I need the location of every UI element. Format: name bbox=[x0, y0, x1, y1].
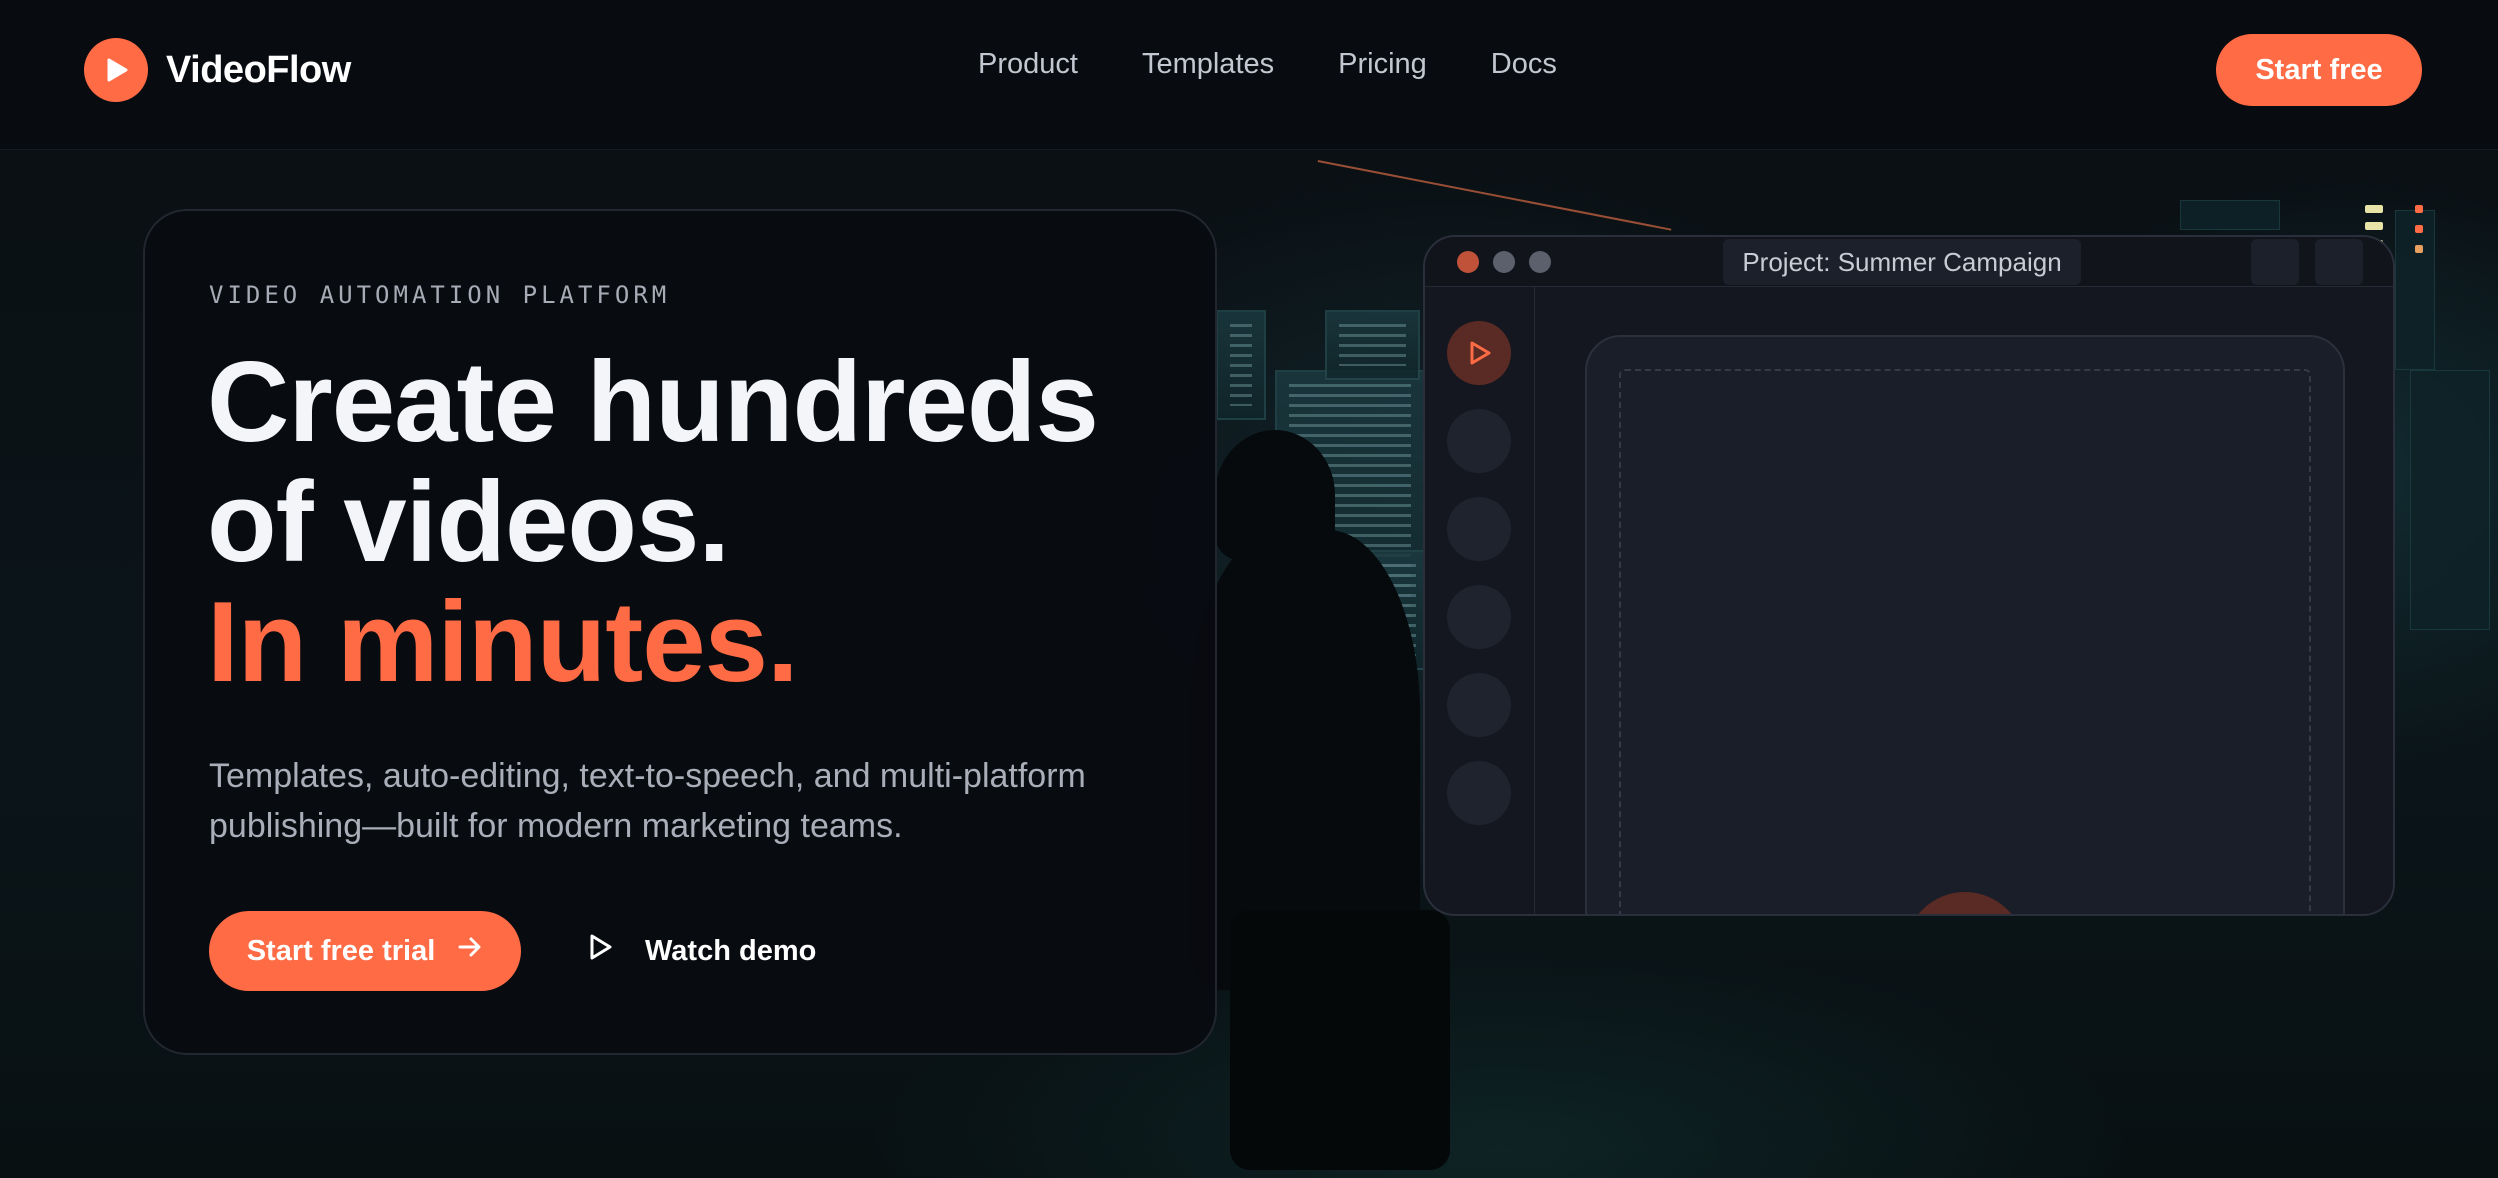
hero-headline: Create hundreds of videos. In minutes. bbox=[207, 343, 1207, 703]
rail-tool-button[interactable] bbox=[1447, 585, 1511, 649]
nav-item-product[interactable]: Product bbox=[978, 48, 1078, 81]
background-led bbox=[2415, 245, 2423, 253]
headline-line-1: Create hundreds bbox=[207, 339, 1099, 466]
start-free-trial-label: Start free trial bbox=[246, 934, 436, 967]
project-tab[interactable]: Project: Summer Campaign bbox=[1723, 239, 2081, 285]
rail-tool-button[interactable] bbox=[1447, 409, 1511, 473]
rail-tool-button[interactable] bbox=[1447, 673, 1511, 737]
window-close-dot bbox=[1457, 251, 1479, 273]
chair-silhouette bbox=[1230, 910, 1450, 1170]
window-action-button[interactable] bbox=[2251, 239, 2299, 285]
app-preview-window: Project: Summer Campaign bbox=[1423, 235, 2395, 916]
background-monitor bbox=[1325, 310, 1420, 380]
window-minimize-dot bbox=[1493, 251, 1515, 273]
headline-line-2: of videos. bbox=[207, 459, 730, 586]
window-maximize-dot bbox=[1529, 251, 1551, 273]
background-led bbox=[2365, 222, 2383, 230]
nav-item-pricing[interactable]: Pricing bbox=[1338, 48, 1427, 81]
background-led bbox=[2415, 205, 2423, 213]
rail-play-button[interactable] bbox=[1447, 321, 1511, 385]
background-led bbox=[2415, 225, 2423, 233]
watch-demo-label: Watch demo bbox=[645, 934, 817, 967]
watch-demo-button[interactable]: Watch demo bbox=[585, 911, 816, 991]
nav-item-docs[interactable]: Docs bbox=[1491, 48, 1557, 81]
play-outline-icon bbox=[585, 932, 615, 970]
background-rack bbox=[2180, 200, 2280, 230]
background-rack bbox=[2395, 210, 2435, 370]
play-circle-icon bbox=[84, 38, 148, 102]
headline-accent: In minutes. bbox=[207, 579, 799, 706]
canvas-safe-area bbox=[1619, 369, 2311, 914]
brand[interactable]: VideoFlow bbox=[84, 38, 351, 102]
background-monitor bbox=[1216, 310, 1266, 420]
hero-subtitle: Templates, auto-editing, text-to-speech,… bbox=[209, 757, 1086, 845]
window-action-button[interactable] bbox=[2315, 239, 2363, 285]
background-rack bbox=[2410, 370, 2490, 630]
tool-rail bbox=[1425, 287, 1535, 914]
rail-tool-button[interactable] bbox=[1447, 497, 1511, 561]
nav-item-templates[interactable]: Templates bbox=[1142, 48, 1274, 81]
video-canvas[interactable] bbox=[1585, 335, 2345, 914]
rail-tool-button[interactable] bbox=[1447, 761, 1511, 825]
window-titlebar: Project: Summer Campaign bbox=[1425, 237, 2393, 287]
site-header: VideoFlow Product Templates Pricing Docs… bbox=[0, 0, 2498, 150]
start-free-button[interactable]: Start free bbox=[2216, 34, 2422, 106]
arrow-right-icon bbox=[457, 934, 483, 968]
brand-name: VideoFlow bbox=[166, 48, 351, 91]
background-led bbox=[2365, 205, 2383, 213]
hero-card: VIDEO AUTOMATION PLATFORM Create hundred… bbox=[143, 209, 1217, 1055]
main-nav: Product Templates Pricing Docs bbox=[978, 48, 1557, 81]
start-free-trial-button[interactable]: Start free trial bbox=[209, 911, 521, 991]
hero-eyebrow: VIDEO AUTOMATION PLATFORM bbox=[209, 281, 671, 309]
